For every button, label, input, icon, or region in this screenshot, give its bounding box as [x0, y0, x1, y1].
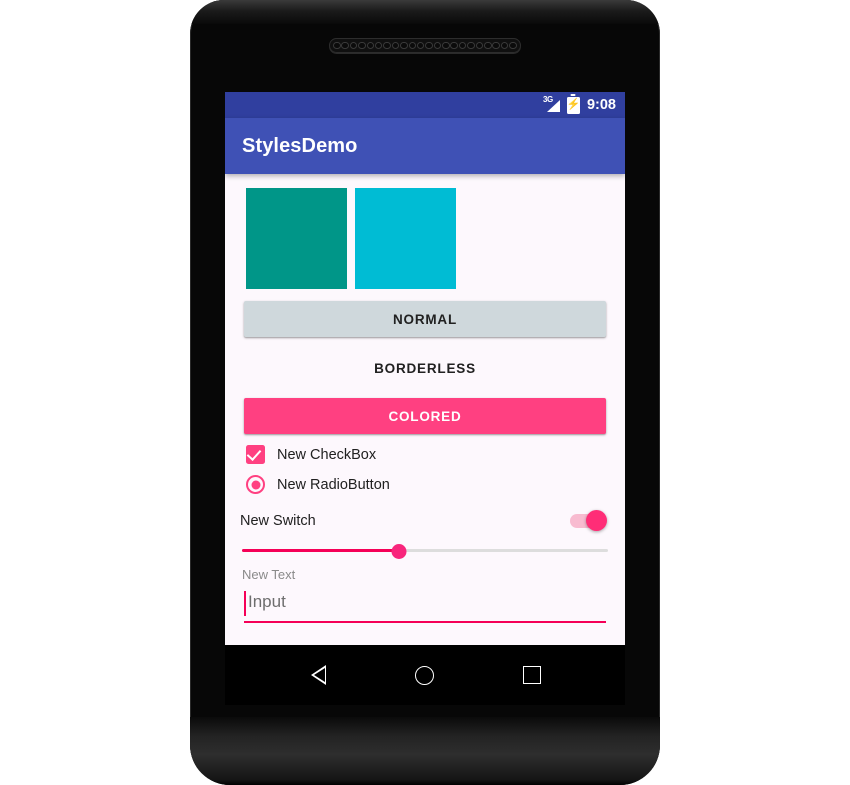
earpiece-speaker-grille [329, 38, 521, 53]
checkbox-checked-icon[interactable] [246, 445, 265, 464]
status-bar: 3G ⚡ 9:08 [225, 92, 625, 118]
speaker-hole [467, 41, 475, 50]
cyan-swatch [355, 188, 456, 289]
button-group: NORMAL BORDERLESS COLORED [225, 289, 625, 434]
speaker-hole [509, 41, 517, 50]
android-phone-device: 3G ⚡ 9:08 StylesDemo NORMAL BORDERLESS C… [190, 0, 660, 785]
phone-screen: 3G ⚡ 9:08 StylesDemo NORMAL BORDERLESS C… [225, 92, 625, 645]
back-icon[interactable] [294, 651, 342, 699]
text-field-label: New Text [242, 567, 296, 582]
speaker-hole [416, 41, 425, 50]
checkbox-row[interactable]: New CheckBox [225, 445, 625, 464]
switch-toggle[interactable] [570, 510, 607, 531]
android-navigation-bar [225, 645, 625, 705]
checkbox-label: New CheckBox [277, 446, 377, 463]
speaker-hole [484, 41, 492, 50]
speaker-hole [425, 41, 433, 50]
switch-label: New Switch [240, 512, 316, 529]
speaker-hole [341, 41, 349, 50]
slider-track-fill [242, 549, 400, 552]
speaker-hole [442, 41, 450, 50]
home-icon[interactable] [401, 651, 449, 699]
status-bar-clock: 9:08 [586, 96, 616, 113]
borderless-button[interactable]: BORDERLESS [244, 350, 606, 386]
text-input-field[interactable]: Input [244, 589, 606, 623]
device-bottom-bezel [190, 717, 660, 785]
speaker-hole [333, 41, 341, 50]
switch-row: New Switch [225, 510, 625, 531]
color-swatch-row [225, 174, 625, 289]
switch-thumb[interactable] [586, 510, 607, 531]
speaker-hole [450, 41, 458, 50]
teal-swatch [246, 188, 347, 289]
speaker-hole [349, 41, 358, 50]
speaker-hole [408, 41, 417, 50]
radio-row[interactable]: New RadioButton [225, 475, 625, 494]
colored-button[interactable]: COLORED [244, 398, 606, 434]
slider-thumb[interactable] [391, 543, 407, 559]
signal-3g-icon: 3G [542, 95, 560, 112]
radio-label: New RadioButton [277, 476, 390, 493]
speaker-hole [458, 41, 467, 50]
speaker-hole [358, 41, 366, 50]
radio-selected-icon[interactable] [246, 475, 265, 494]
speaker-hole [374, 41, 383, 50]
speaker-hole [391, 41, 400, 50]
signal-network-label: 3G [542, 95, 553, 104]
text-cursor [244, 591, 246, 616]
app-bar: StylesDemo [225, 118, 625, 174]
slider[interactable] [225, 539, 625, 561]
status-bar-icons: 3G ⚡ [542, 95, 580, 114]
speaker-hole [366, 41, 375, 50]
page-title: StylesDemo [242, 134, 358, 157]
normal-button[interactable]: NORMAL [244, 301, 606, 337]
speaker-hole [383, 41, 391, 50]
speaker-hole [500, 41, 509, 50]
device-top-bevel [190, 0, 660, 24]
speaker-hole [475, 41, 484, 50]
speaker-hole [400, 41, 408, 50]
text-input-value: Input [248, 592, 286, 611]
app-content: NORMAL BORDERLESS COLORED New CheckBox N… [225, 174, 625, 645]
speaker-hole [492, 41, 500, 50]
speaker-hole [433, 41, 442, 50]
recents-icon[interactable] [508, 651, 556, 699]
battery-charging-icon: ⚡ [567, 96, 580, 114]
